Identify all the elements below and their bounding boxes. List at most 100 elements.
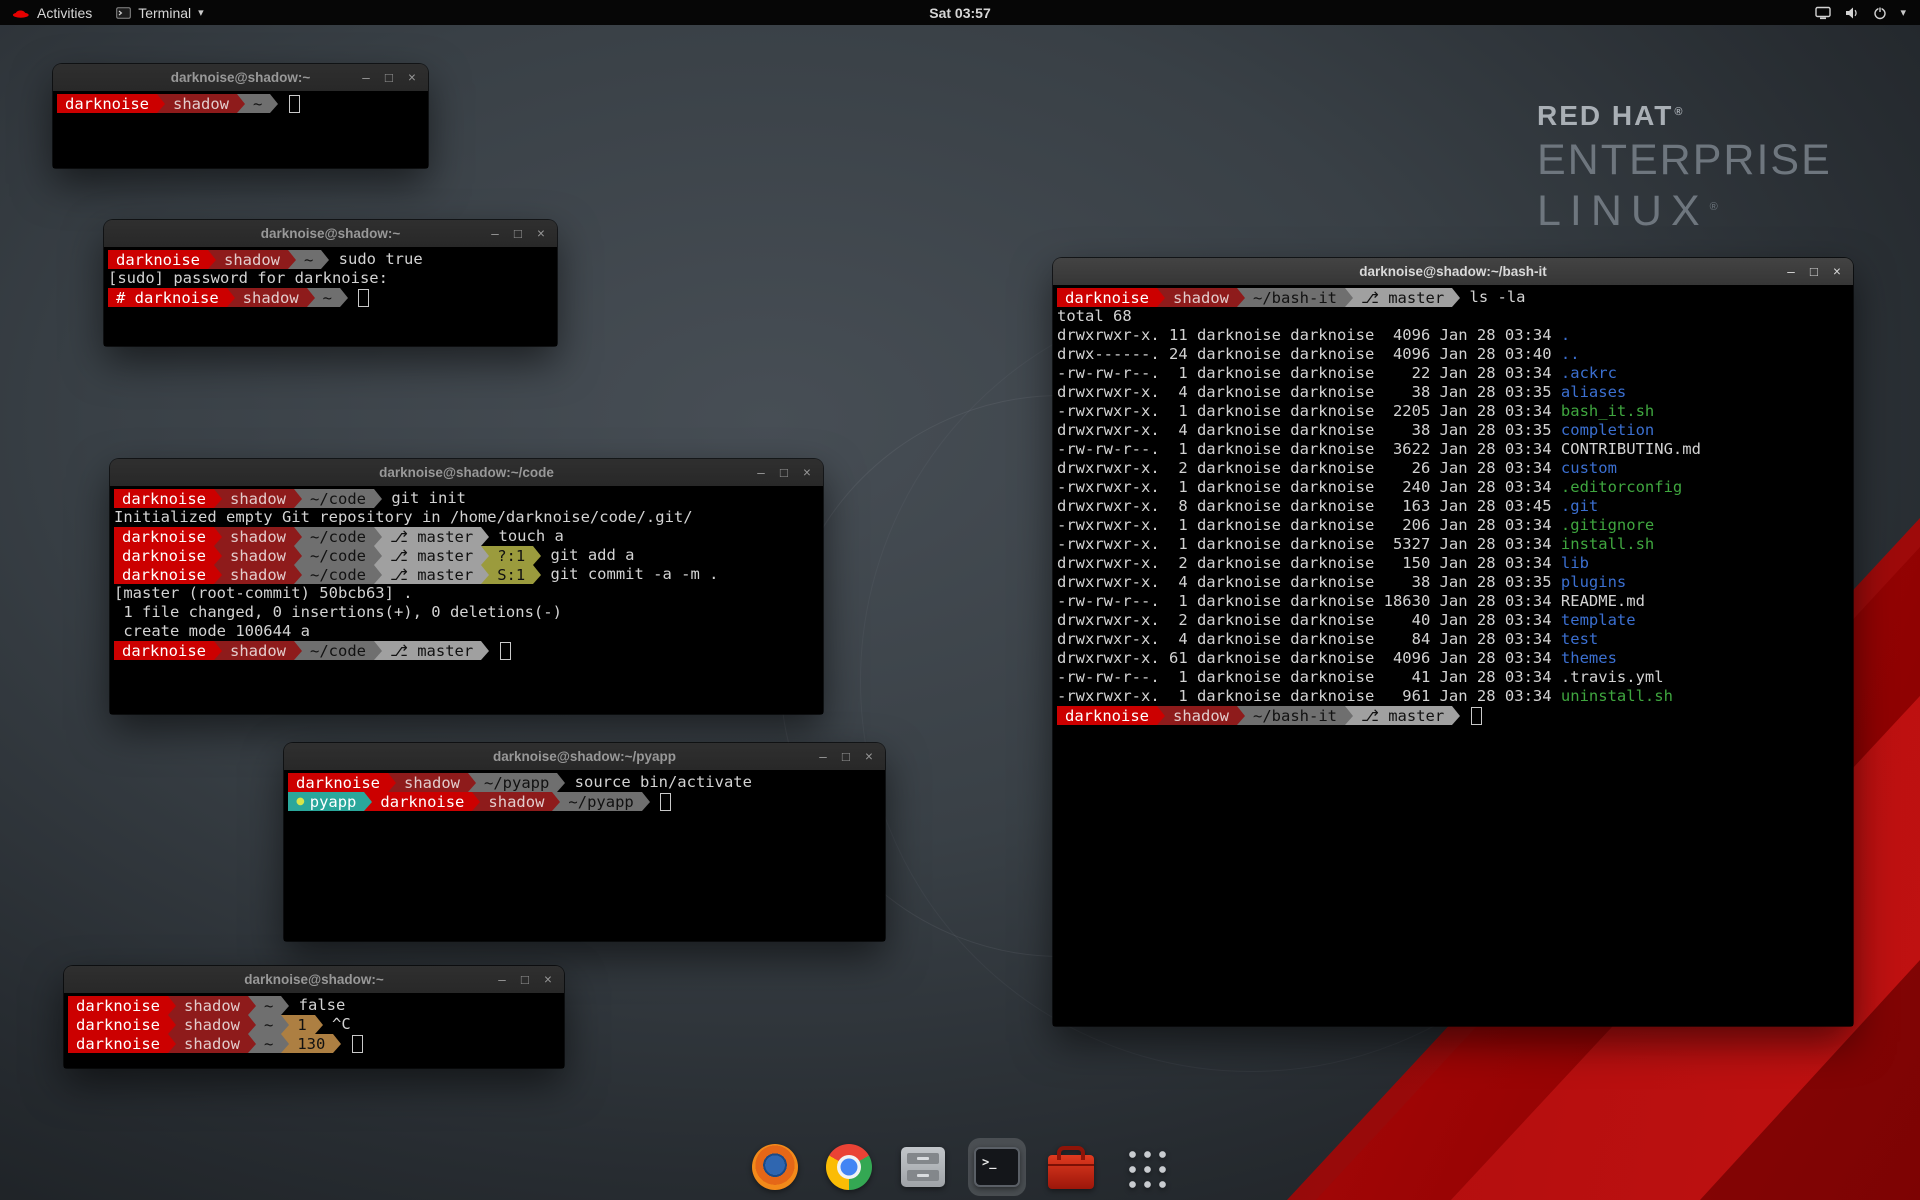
terminal-icon[interactable]: >_ bbox=[968, 1138, 1026, 1196]
terminal-text: .travis.yml bbox=[1561, 668, 1664, 687]
terminal-content[interactable]: darknoiseshadow~ bbox=[53, 91, 428, 168]
app-menu-terminal[interactable]: Terminal ▾ bbox=[104, 0, 215, 25]
terminal-cursor bbox=[358, 289, 369, 307]
system-status-area[interactable]: ▾ bbox=[1801, 0, 1920, 25]
terminal-content[interactable]: darknoiseshadow~ falsedarknoiseshadow~1 … bbox=[64, 993, 564, 1068]
window-titlebar[interactable]: darknoise@shadow:~/pyapp – □ × bbox=[284, 743, 885, 770]
window-title: darknoise@shadow:~ bbox=[244, 972, 384, 987]
prompt-path-segment: ~ bbox=[296, 250, 321, 269]
maximize-button[interactable]: □ bbox=[516, 972, 534, 987]
terminal-line: total 68 bbox=[1057, 307, 1849, 326]
minimize-button[interactable]: – bbox=[357, 70, 375, 85]
powerline-separator-icon bbox=[294, 641, 302, 660]
window-titlebar[interactable]: darknoise@shadow:~ – □ × bbox=[104, 220, 557, 247]
firefox-icon[interactable] bbox=[746, 1138, 804, 1196]
terminal-text: -rwxrwxr-x. 1 darknoise darknoise 961 Ja… bbox=[1057, 687, 1561, 706]
terminal-text: 1 file changed, 0 insertions(+), 0 delet… bbox=[114, 603, 562, 622]
terminal-window: darknoise@shadow:~ – □ × darknoiseshadow… bbox=[53, 64, 428, 168]
powerline-separator-icon bbox=[1157, 288, 1165, 307]
prompt-user-segment: darknoise bbox=[288, 773, 388, 792]
minimize-button[interactable]: – bbox=[814, 749, 832, 764]
window-titlebar[interactable]: darknoise@shadow:~/bash-it – □ × bbox=[1053, 258, 1853, 285]
close-button[interactable]: × bbox=[539, 972, 557, 987]
close-button[interactable]: × bbox=[1828, 264, 1846, 279]
file-name-executable: .editorconfig bbox=[1561, 478, 1682, 497]
maximize-button[interactable]: □ bbox=[775, 465, 793, 480]
terminal-line: darknoiseshadow~130 bbox=[68, 1034, 560, 1053]
powerline-separator-icon bbox=[374, 527, 382, 546]
volume-icon bbox=[1844, 6, 1860, 20]
powerline-separator-icon bbox=[248, 1034, 256, 1053]
terminal-text: README.md bbox=[1561, 592, 1645, 611]
powerline-separator-icon bbox=[388, 773, 396, 792]
prompt-path-segment: ~ bbox=[256, 1015, 281, 1034]
software-icon[interactable] bbox=[1042, 1138, 1100, 1196]
prompt-path-segment: ~/code bbox=[302, 546, 374, 565]
display-icon bbox=[1815, 6, 1831, 20]
minimize-button[interactable]: – bbox=[1782, 264, 1800, 279]
window-titlebar[interactable]: darknoise@shadow:~ – □ × bbox=[53, 64, 428, 91]
powerline-separator-icon bbox=[481, 546, 489, 565]
chrome-icon[interactable] bbox=[820, 1138, 878, 1196]
terminal-line: darknoiseshadow~ sudo true bbox=[108, 250, 553, 269]
close-button[interactable]: × bbox=[798, 465, 816, 480]
terminal-cursor bbox=[352, 1035, 363, 1053]
activities-button[interactable]: Activities bbox=[0, 0, 104, 25]
window-title: darknoise@shadow:~ bbox=[261, 226, 401, 241]
files-icon[interactable] bbox=[894, 1138, 952, 1196]
watermark-enterprise-text: ENTERPRISE bbox=[1537, 136, 1832, 185]
terminal-text: drwxrwxr-x. 8 darknoise darknoise 163 Ja… bbox=[1057, 497, 1561, 516]
app-grid-icon[interactable] bbox=[1116, 1138, 1174, 1196]
powerline-separator-icon bbox=[288, 250, 296, 269]
terminal-cursor bbox=[660, 793, 671, 811]
terminal-text: drwxrwxr-x. 4 darknoise darknoise 38 Jan… bbox=[1057, 383, 1561, 402]
terminal-text bbox=[348, 288, 357, 307]
terminal-content[interactable]: darknoiseshadow~/pyapp source bin/activa… bbox=[284, 770, 885, 941]
file-name-directory: lib bbox=[1561, 554, 1589, 573]
close-button[interactable]: × bbox=[403, 70, 421, 85]
file-name-executable: install.sh bbox=[1561, 535, 1654, 554]
prompt-git-branch-segment: ⎇ master bbox=[382, 641, 481, 660]
minimize-button[interactable]: – bbox=[486, 226, 504, 241]
terminal-line: create mode 100644 a bbox=[114, 622, 819, 641]
minimize-button[interactable]: – bbox=[752, 465, 770, 480]
terminal-line: drwxrwxr-x. 8 darknoise darknoise 163 Ja… bbox=[1057, 497, 1849, 516]
minimize-button[interactable]: – bbox=[493, 972, 511, 987]
powerline-separator-icon bbox=[481, 527, 489, 546]
terminal-line: drwxrwxr-x. 4 darknoise darknoise 38 Jan… bbox=[1057, 421, 1849, 440]
activities-label: Activities bbox=[37, 5, 92, 21]
prompt-host-segment: shadow bbox=[216, 250, 288, 269]
terminal-text: -rw-rw-r--. 1 darknoise darknoise 22 Jan… bbox=[1057, 364, 1561, 383]
window-titlebar[interactable]: darknoise@shadow:~ – □ × bbox=[64, 966, 564, 993]
maximize-button[interactable]: □ bbox=[1805, 264, 1823, 279]
prompt-git-status-segment: S:1 bbox=[489, 565, 533, 584]
prompt-user-segment: darknoise bbox=[372, 792, 472, 811]
prompt-path-segment: ~ bbox=[315, 288, 340, 307]
maximize-button[interactable]: □ bbox=[837, 749, 855, 764]
powerline-separator-icon bbox=[294, 546, 302, 565]
maximize-button[interactable]: □ bbox=[380, 70, 398, 85]
top-bar: Activities Terminal ▾ Sat 03:57 bbox=[0, 0, 1920, 25]
app-menu-label: Terminal bbox=[138, 5, 191, 21]
powerline-separator-icon bbox=[168, 1034, 176, 1053]
prompt-user-segment: darknoise bbox=[1057, 288, 1157, 307]
maximize-button[interactable]: □ bbox=[509, 226, 527, 241]
terminal-content[interactable]: darknoiseshadow~/bash-it⎇ master ls -lat… bbox=[1053, 285, 1853, 1026]
chevron-down-icon: ▾ bbox=[198, 6, 204, 19]
window-title: darknoise@shadow:~/bash-it bbox=[1359, 264, 1547, 279]
window-titlebar[interactable]: darknoise@shadow:~/code – □ × bbox=[110, 459, 823, 486]
prompt-path-segment: ~/bash-it bbox=[1245, 706, 1345, 725]
terminal-content[interactable]: darknoiseshadow~/code git initInitialize… bbox=[110, 486, 823, 714]
prompt-path-segment: ~ bbox=[245, 94, 270, 113]
close-button[interactable]: × bbox=[860, 749, 878, 764]
clock[interactable]: Sat 03:57 bbox=[929, 5, 990, 21]
file-name-directory: test bbox=[1561, 630, 1598, 649]
terminal-text: drwxrwxr-x. 4 darknoise darknoise 38 Jan… bbox=[1057, 573, 1561, 592]
terminal-content[interactable]: darknoiseshadow~ sudo true[sudo] passwor… bbox=[104, 247, 557, 346]
close-button[interactable]: × bbox=[532, 226, 550, 241]
terminal-cursor bbox=[500, 642, 511, 660]
terminal-line: 1 file changed, 0 insertions(+), 0 delet… bbox=[114, 603, 819, 622]
terminal-cursor bbox=[1471, 707, 1482, 725]
file-name-directory: aliases bbox=[1561, 383, 1626, 402]
prompt-host-segment: shadow bbox=[1165, 706, 1237, 725]
